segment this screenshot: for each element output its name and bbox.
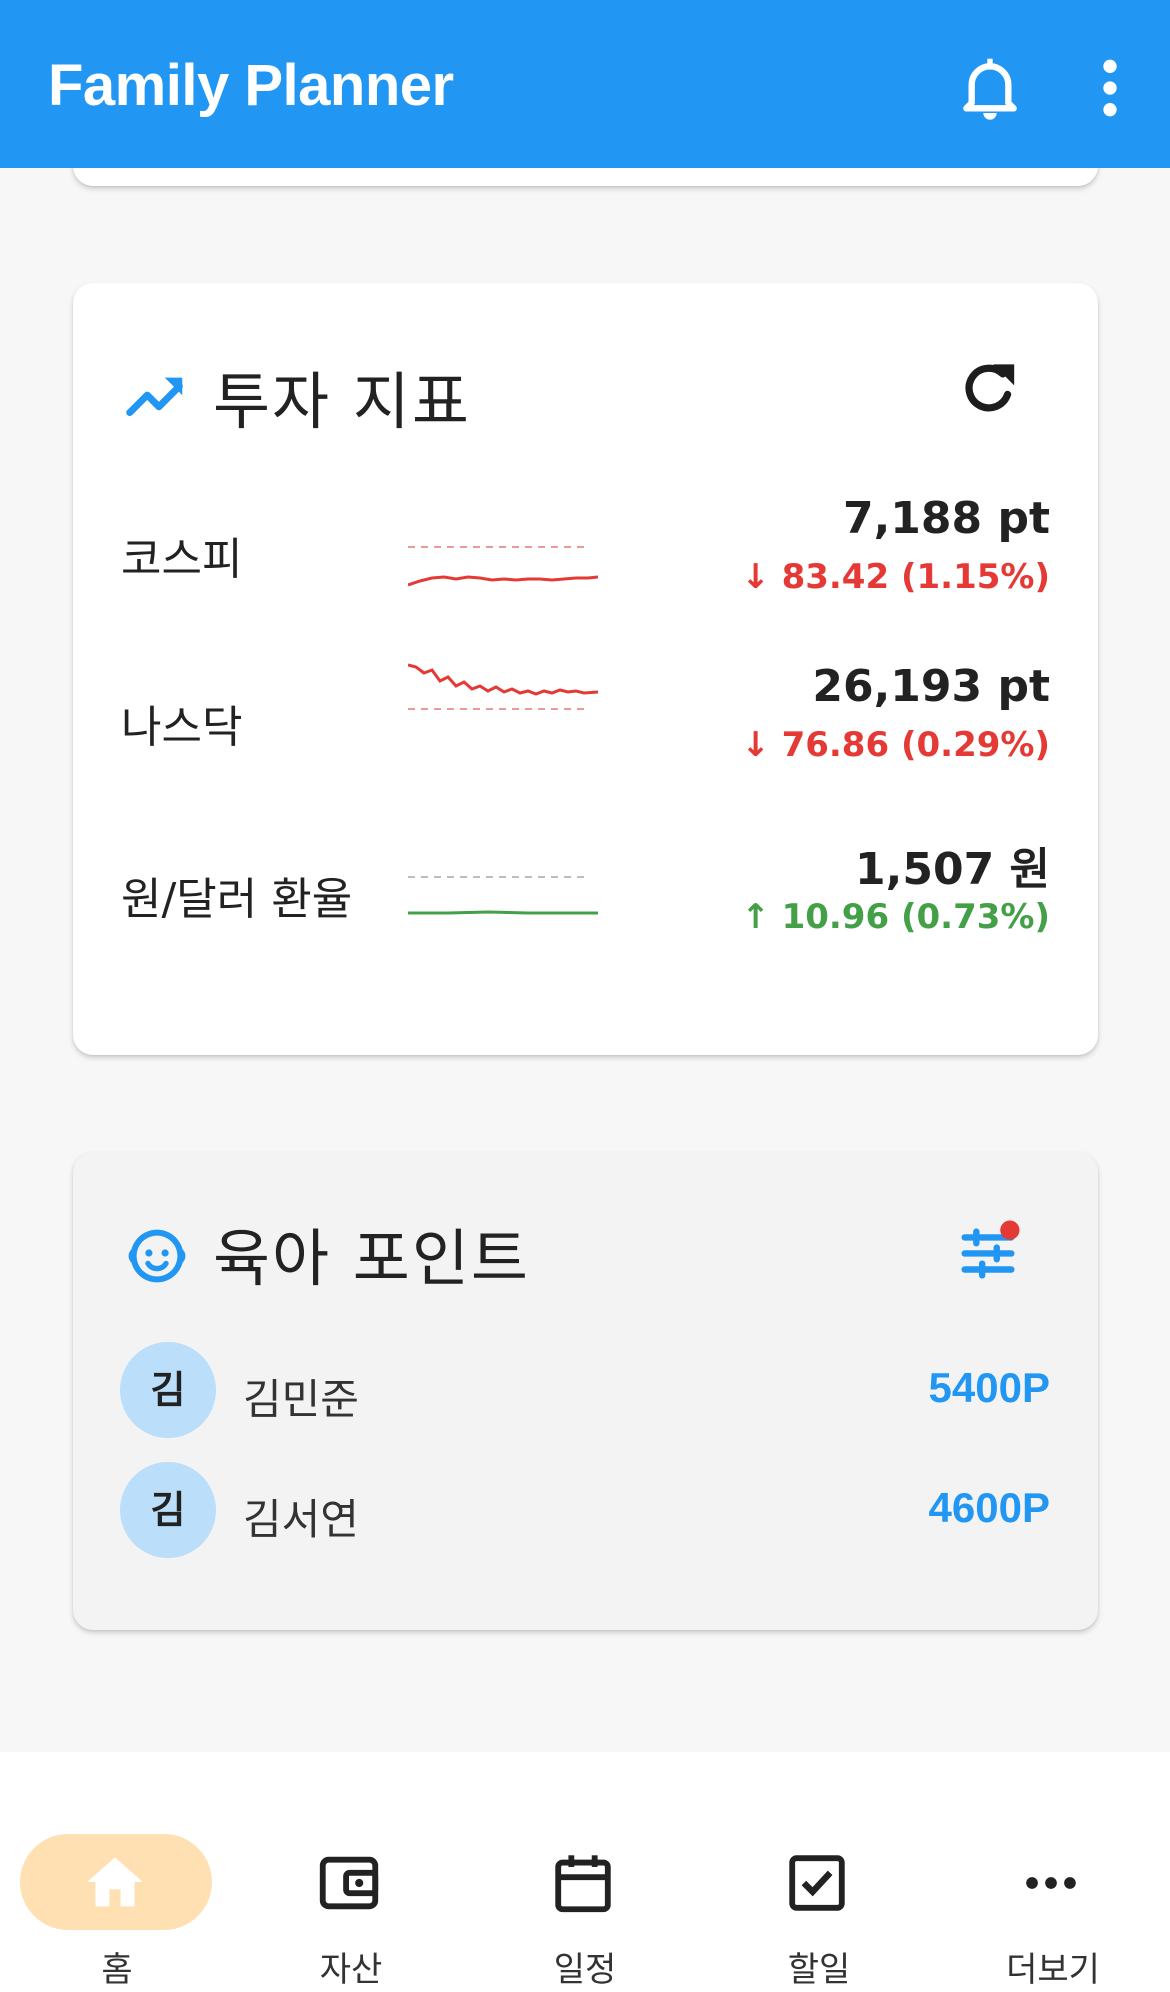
index-change-value: 83.42 (1.15%) [781,557,1050,597]
filter-settings-button[interactable] [953,1217,1023,1287]
child-points: 5400P [928,1364,1050,1411]
child-points: 4600P [928,1484,1050,1531]
wallet-icon [314,1848,384,1918]
index-change: ↑ 10.96 (0.73%) [741,897,1050,937]
bottom-navigation: 홈 자산 일정 할일 더보기 [0,1752,1170,1992]
avatar: 김 [120,1462,216,1558]
trending-up-icon [121,363,191,433]
more-vert-icon [1103,59,1117,117]
badge-dot [1000,1220,1020,1240]
child-name: 김서연 [243,1495,359,1544]
child-name: 김민준 [243,1375,359,1424]
tune-icon [961,1220,1020,1279]
child-face-icon [121,1220,193,1292]
app-title: Family Planner [48,53,454,118]
child-row[interactable]: 김 김민준 5400P [73,1342,1098,1442]
investment-card: 투자 지표 코스피 7,188 pt ↓ 83.42 (1.15%) 나스닥 2… [73,283,1098,1055]
childcare-points-card: 육아 포인트 김 김민준 5400P 김 김서연 4600P [73,1152,1098,1630]
usdkrw-sparkline [408,876,598,915]
bell-icon [963,58,1017,120]
index-row-nasdaq[interactable]: 나스닥 26,193 pt ↓ 76.86 (0.29%) [73,661,1098,811]
nav-assets[interactable]: 자산 [234,1792,468,1990]
index-row-usdkrw[interactable]: 원/달러 환율 1,507 원 ↑ 10.96 (0.73%) [73,833,1098,983]
nav-todo[interactable]: 할일 [702,1792,936,1990]
arrow-down-icon: ↓ [741,725,782,765]
nav-home[interactable]: 홈 [0,1792,234,1990]
child-row[interactable]: 김 김서연 4600P [73,1462,1098,1562]
nav-label: 할일 [787,1950,851,1990]
index-value: 1,507 원 [855,844,1050,895]
index-name: 원/달러 환율 [121,874,353,925]
nav-schedule[interactable]: 일정 [468,1792,702,1990]
kospi-sparkline [408,546,598,587]
index-change: ↓ 76.86 (0.29%) [741,725,1050,765]
calendar-icon [548,1848,618,1918]
index-row-kospi[interactable]: 코스피 7,188 pt ↓ 83.42 (1.15%) [73,493,1098,643]
nav-more[interactable]: 더보기 [936,1792,1170,1990]
index-value: 26,193 pt [812,661,1050,712]
refresh-button[interactable] [953,353,1025,425]
refresh-icon [965,364,1015,412]
nasdaq-sparkline [408,663,598,710]
home-icon [80,1848,150,1918]
nav-label: 일정 [553,1950,617,1990]
overflow-menu-button[interactable] [1070,48,1150,128]
index-name: 나스닥 [121,702,243,753]
index-value: 7,188 pt [842,493,1050,544]
avatar: 김 [120,1342,216,1438]
nav-label: 홈 [101,1950,133,1990]
index-change-value: 10.96 (0.73%) [781,897,1050,937]
nav-label: 자산 [319,1950,383,1990]
arrow-down-icon: ↓ [741,557,782,597]
more-horiz-icon [1016,1848,1086,1918]
nav-label: 더보기 [1006,1950,1100,1990]
index-change-value: 76.86 (0.29%) [781,725,1050,765]
arrow-up-icon: ↑ [741,897,782,937]
childcare-title: 육아 포인트 [213,1222,530,1295]
app-bar: Family Planner [0,0,1170,168]
notifications-button[interactable] [950,48,1030,128]
index-name: 코스피 [121,534,243,585]
investment-title: 투자 지표 [213,365,471,438]
checkbox-icon [782,1848,852,1918]
index-change: ↓ 83.42 (1.15%) [741,557,1050,597]
